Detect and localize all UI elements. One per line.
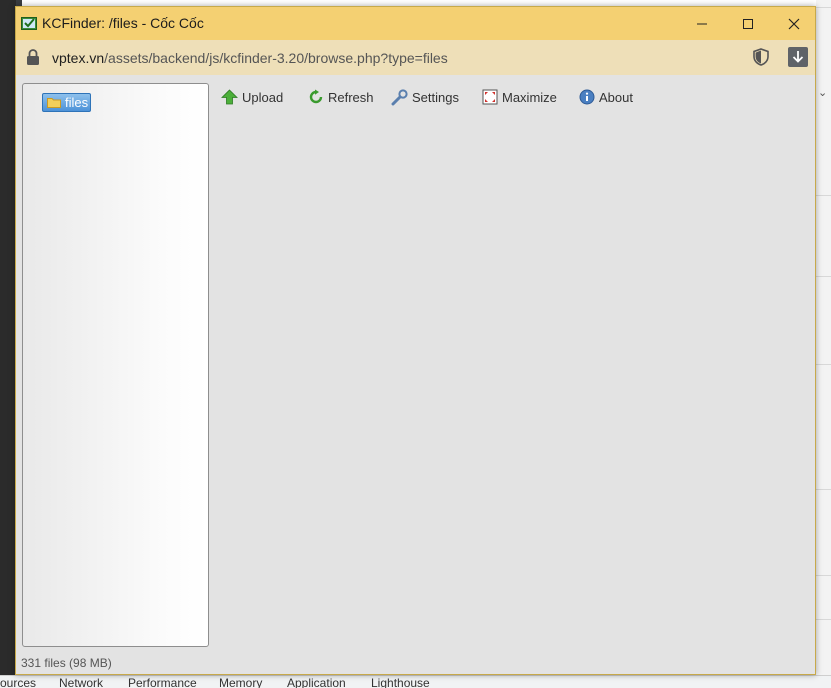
folder-tree-panel: files xyxy=(22,83,209,647)
title-bar[interactable]: KCFinder: /files - Cốc Cốc xyxy=(16,7,815,40)
url-path: /assets/backend/js/kcfinder-3.20/browse.… xyxy=(104,50,448,66)
maximize-window-button[interactable] xyxy=(725,7,771,40)
refresh-label: Refresh xyxy=(328,89,374,105)
devtools-tab-bar: ources Network Performance Memory Applic… xyxy=(0,675,831,688)
kcfinder-app-icon xyxy=(21,17,37,30)
refresh-icon xyxy=(307,89,324,106)
upload-button[interactable]: Upload xyxy=(221,87,283,107)
folder-label: files xyxy=(65,94,89,110)
kcfinder-content: files Upload Refresh Settings Maximize A… xyxy=(16,75,815,674)
background-panel xyxy=(816,0,831,675)
close-icon xyxy=(788,18,800,29)
upload-label: Upload xyxy=(242,89,284,105)
devtools-tab-performance[interactable]: Performance xyxy=(128,676,197,688)
close-button[interactable] xyxy=(771,7,815,40)
shield-icon[interactable] xyxy=(753,48,769,66)
folder-node-files[interactable]: files xyxy=(42,93,91,112)
status-bar-text: 331 files (98 MB) xyxy=(21,656,112,670)
url-host: vptex.vn xyxy=(52,50,105,66)
info-icon xyxy=(578,89,595,106)
download-button[interactable] xyxy=(788,47,808,67)
settings-label: Settings xyxy=(412,89,459,105)
address-bar[interactable]: vptex.vn/assets/backend/js/kcfinder-3.20… xyxy=(16,40,815,76)
lock-icon[interactable] xyxy=(26,49,40,65)
kcfinder-popup-window: KCFinder: /files - Cốc Cốc vptex.vn/asse… xyxy=(15,6,816,675)
devtools-tab-application[interactable]: Application xyxy=(287,676,346,688)
settings-button[interactable]: Settings xyxy=(391,87,459,107)
background-sidebar xyxy=(0,0,16,675)
background-chevron-icon: ⌄ xyxy=(818,87,828,99)
upload-arrow-icon xyxy=(221,89,238,106)
devtools-tab-memory[interactable]: Memory xyxy=(219,676,262,688)
devtools-tab-sources[interactable]: ources xyxy=(0,676,36,688)
wrench-icon xyxy=(391,88,408,106)
about-button[interactable]: About xyxy=(578,87,633,107)
url-text[interactable]: vptex.vn/assets/backend/js/kcfinder-3.20… xyxy=(52,50,448,66)
window-title: KCFinder: /files - Cốc Cốc xyxy=(42,15,204,31)
devtools-tab-lighthouse[interactable]: Lighthouse xyxy=(371,676,430,688)
minimize-button[interactable] xyxy=(679,7,725,40)
minimize-icon xyxy=(697,23,707,24)
devtools-tab-network[interactable]: Network xyxy=(59,676,103,688)
about-label: About xyxy=(599,89,633,105)
maximize-icon xyxy=(481,89,498,106)
refresh-button[interactable]: Refresh xyxy=(307,87,374,107)
maximize-window-icon xyxy=(743,18,753,29)
folder-icon xyxy=(47,98,61,108)
download-icon xyxy=(792,51,804,63)
maximize-label: Maximize xyxy=(502,89,557,105)
maximize-button[interactable]: Maximize xyxy=(481,87,557,107)
